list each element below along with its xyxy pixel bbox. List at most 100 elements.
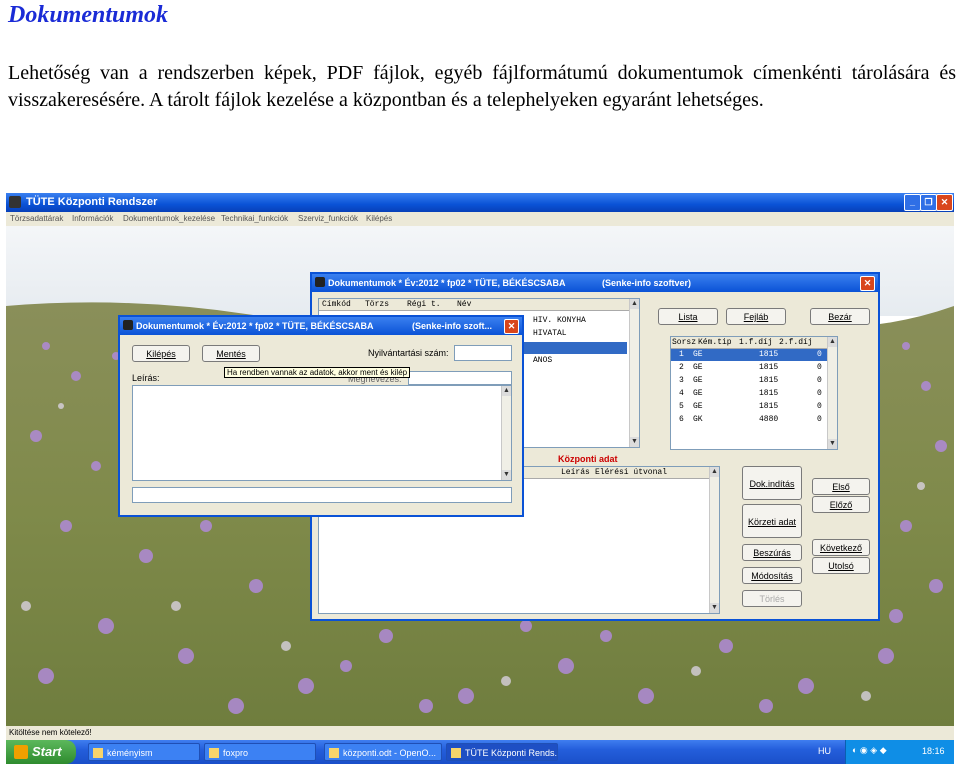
fejlab-button[interactable]: Fejláb	[726, 308, 786, 325]
cell-1f-dij: 4880	[759, 415, 779, 424]
col-1f-dij: 1.f.díj	[739, 338, 773, 347]
bezar-button[interactable]: Bezár	[810, 308, 870, 325]
documents-edit-dialog: Dokumentumok * Év:2012 * fp02 * TÜTE, BÉ…	[118, 315, 524, 517]
dialog-close-button[interactable]: ✕	[504, 319, 519, 334]
kovetkezo-button[interactable]: Következő	[812, 539, 870, 556]
cell-1f-dij: 1815	[759, 363, 779, 372]
fee-grid-row[interactable]: 4 GE 1815 0	[671, 388, 827, 400]
document-title: Dokumentumok	[8, 2, 169, 28]
col-nev: Név	[457, 300, 472, 309]
task-foxpro[interactable]: foxpro	[204, 743, 316, 761]
dialog-title-bar: Dokumentumok * Év:2012 * fp02 * TÜTE, BÉ…	[120, 317, 522, 335]
cell-kem-tip: GE	[693, 389, 703, 398]
fee-grid[interactable]: Sorsz Kém.tip 1.f.díj 2.f.díj 1 GE 1815 0 2 G…	[670, 336, 838, 450]
leiras-label: Leírás:	[132, 373, 160, 383]
scroll-down-icon[interactable]: ▼	[828, 439, 837, 449]
kilepes-button[interactable]: Kilépés	[132, 345, 190, 362]
list-item-selected[interactable]	[519, 342, 627, 354]
main-window-title-bar: Dokumentumok * Év:2012 * fp02 * TÜTE, BÉ…	[312, 274, 878, 292]
beszuras-button[interactable]: Beszúrás	[742, 544, 802, 561]
task-tute-kozponti[interactable]: TÜTE Központi Rends...	[446, 743, 558, 761]
cell-2f-dij: 0	[817, 376, 822, 385]
leiras-scrollbar[interactable]: ▲ ▼	[501, 386, 511, 480]
cell-sorsz: 5	[679, 402, 684, 411]
cell-kem-tip: GE	[693, 402, 703, 411]
address-list-header: Címkód Törzs Régi t. Név	[319, 299, 631, 311]
window-icon	[123, 320, 133, 330]
menu-szerviz-funkciok[interactable]: Szerviz_funkciók	[298, 214, 358, 223]
modositas-button[interactable]: Módosítás	[742, 567, 802, 584]
elso-button[interactable]: Első	[812, 478, 870, 495]
menu-kilepes[interactable]: Kilépés	[366, 214, 392, 223]
main-window-title: Dokumentumok * Év:2012 * fp02 * TÜTE, BÉ…	[328, 278, 566, 288]
menu-dokumentumok-kezelese[interactable]: Dokumentumok_kezelése	[123, 214, 215, 223]
close-button[interactable]: ✕	[936, 194, 953, 211]
folder-icon	[209, 748, 219, 758]
torles-button[interactable]: Törlés	[742, 590, 802, 607]
start-button[interactable]: Start	[6, 740, 76, 764]
maximize-button[interactable]: ❐	[920, 194, 937, 211]
scroll-up-icon[interactable]: ▲	[828, 337, 837, 347]
list-item[interactable]: HIV. KONYHA	[533, 316, 586, 325]
folder-icon	[93, 748, 103, 758]
fee-grid-scrollbar[interactable]: ▲ ▼	[827, 337, 837, 449]
fee-grid-row[interactable]: 3 GE 1815 0	[671, 375, 827, 387]
tray-icons: ◐ ◉ ◈ ◆	[852, 745, 887, 755]
col-cimkod: Címkód	[322, 300, 351, 309]
cell-2f-dij: 0	[817, 415, 822, 424]
system-tray: HU ◐ ◉ ◈ ◆ 18:16	[818, 740, 954, 764]
app-title-bar: TÜTE Központi Rendszer _ ❐ ✕	[6, 193, 954, 212]
fee-grid-row[interactable]: 6 GK 4880 0	[671, 414, 827, 426]
language-indicator[interactable]: HU	[818, 746, 831, 756]
save-tooltip: Ha rendben vannak az adatok, akkor ment …	[224, 367, 411, 378]
scroll-up-icon[interactable]: ▲	[710, 467, 719, 477]
scroll-down-icon[interactable]: ▼	[502, 470, 511, 480]
col-eleresi-utvonal: Elérési útvonal	[595, 468, 668, 477]
document-paragraph: Lehetőség van a rendszerben képek, PDF f…	[8, 62, 956, 111]
scroll-down-icon[interactable]: ▼	[710, 603, 719, 613]
task-label: foxpro	[223, 748, 249, 758]
cell-kem-tip: GE	[693, 363, 703, 372]
taskbar: Start kéményism foxpro központi.odt - Op…	[6, 740, 954, 764]
scroll-up-icon[interactable]: ▲	[630, 299, 639, 309]
scroll-up-icon[interactable]: ▲	[502, 386, 511, 396]
task-kozponti-odt[interactable]: központi.odt - OpenO...	[324, 743, 442, 761]
cell-1f-dij: 1815	[759, 350, 779, 359]
cell-sorsz: 6	[679, 415, 684, 424]
dialog-title: Dokumentumok * Év:2012 * fp02 * TÜTE, BÉ…	[136, 321, 374, 331]
cell-sorsz: 2	[679, 363, 684, 372]
leiras-textarea[interactable]: ▲ ▼	[132, 385, 512, 481]
document-icon	[329, 748, 339, 758]
korzeti-adat-button[interactable]: Körzeti adat	[742, 504, 802, 538]
cell-kem-tip: GE	[693, 376, 703, 385]
fee-grid-row[interactable]: 5 GE 1815 0	[671, 401, 827, 413]
scroll-down-icon[interactable]: ▼	[630, 437, 639, 447]
lista-button[interactable]: Lista	[658, 308, 718, 325]
window-icon	[315, 277, 325, 287]
menu-informaciok[interactable]: Információk	[72, 214, 113, 223]
list-item[interactable]: ANOS	[533, 356, 552, 365]
start-label: Start	[32, 744, 62, 759]
menu-technikai-funkciok[interactable]: Technikai_funkciók	[221, 214, 288, 223]
address-list-scrollbar[interactable]: ▲ ▼	[629, 299, 639, 447]
cell-2f-dij: 0	[817, 389, 822, 398]
elozo-button[interactable]: Előző	[812, 496, 870, 513]
main-window-close-button[interactable]: ✕	[860, 276, 875, 291]
status-text: Kitöltése nem kötelező!	[9, 728, 92, 737]
task-kemenyism[interactable]: kéményism	[88, 743, 200, 761]
megnevezes-input[interactable]	[408, 371, 512, 385]
mentes-button[interactable]: Mentés	[202, 345, 260, 362]
dok-inditas-button[interactable]: Dok.indítás	[742, 466, 802, 500]
utolso-button[interactable]: Utolsó	[812, 557, 870, 574]
menu-torzsadattarak[interactable]: Törzsadattárak	[10, 214, 63, 223]
app-icon	[9, 196, 21, 208]
cell-sorsz: 4	[679, 389, 684, 398]
document-list-scrollbar[interactable]: ▲ ▼	[709, 467, 719, 613]
fee-grid-row-selected[interactable]: 1 GE 1815 0	[671, 349, 827, 361]
list-item[interactable]: HIVATAL	[533, 329, 567, 338]
cell-sorsz: 1	[679, 350, 684, 359]
path-input[interactable]	[132, 487, 512, 503]
nyilvantartasi-szam-input[interactable]	[454, 345, 512, 361]
fee-grid-row[interactable]: 2 GE 1815 0	[671, 362, 827, 374]
minimize-button[interactable]: _	[904, 194, 921, 211]
